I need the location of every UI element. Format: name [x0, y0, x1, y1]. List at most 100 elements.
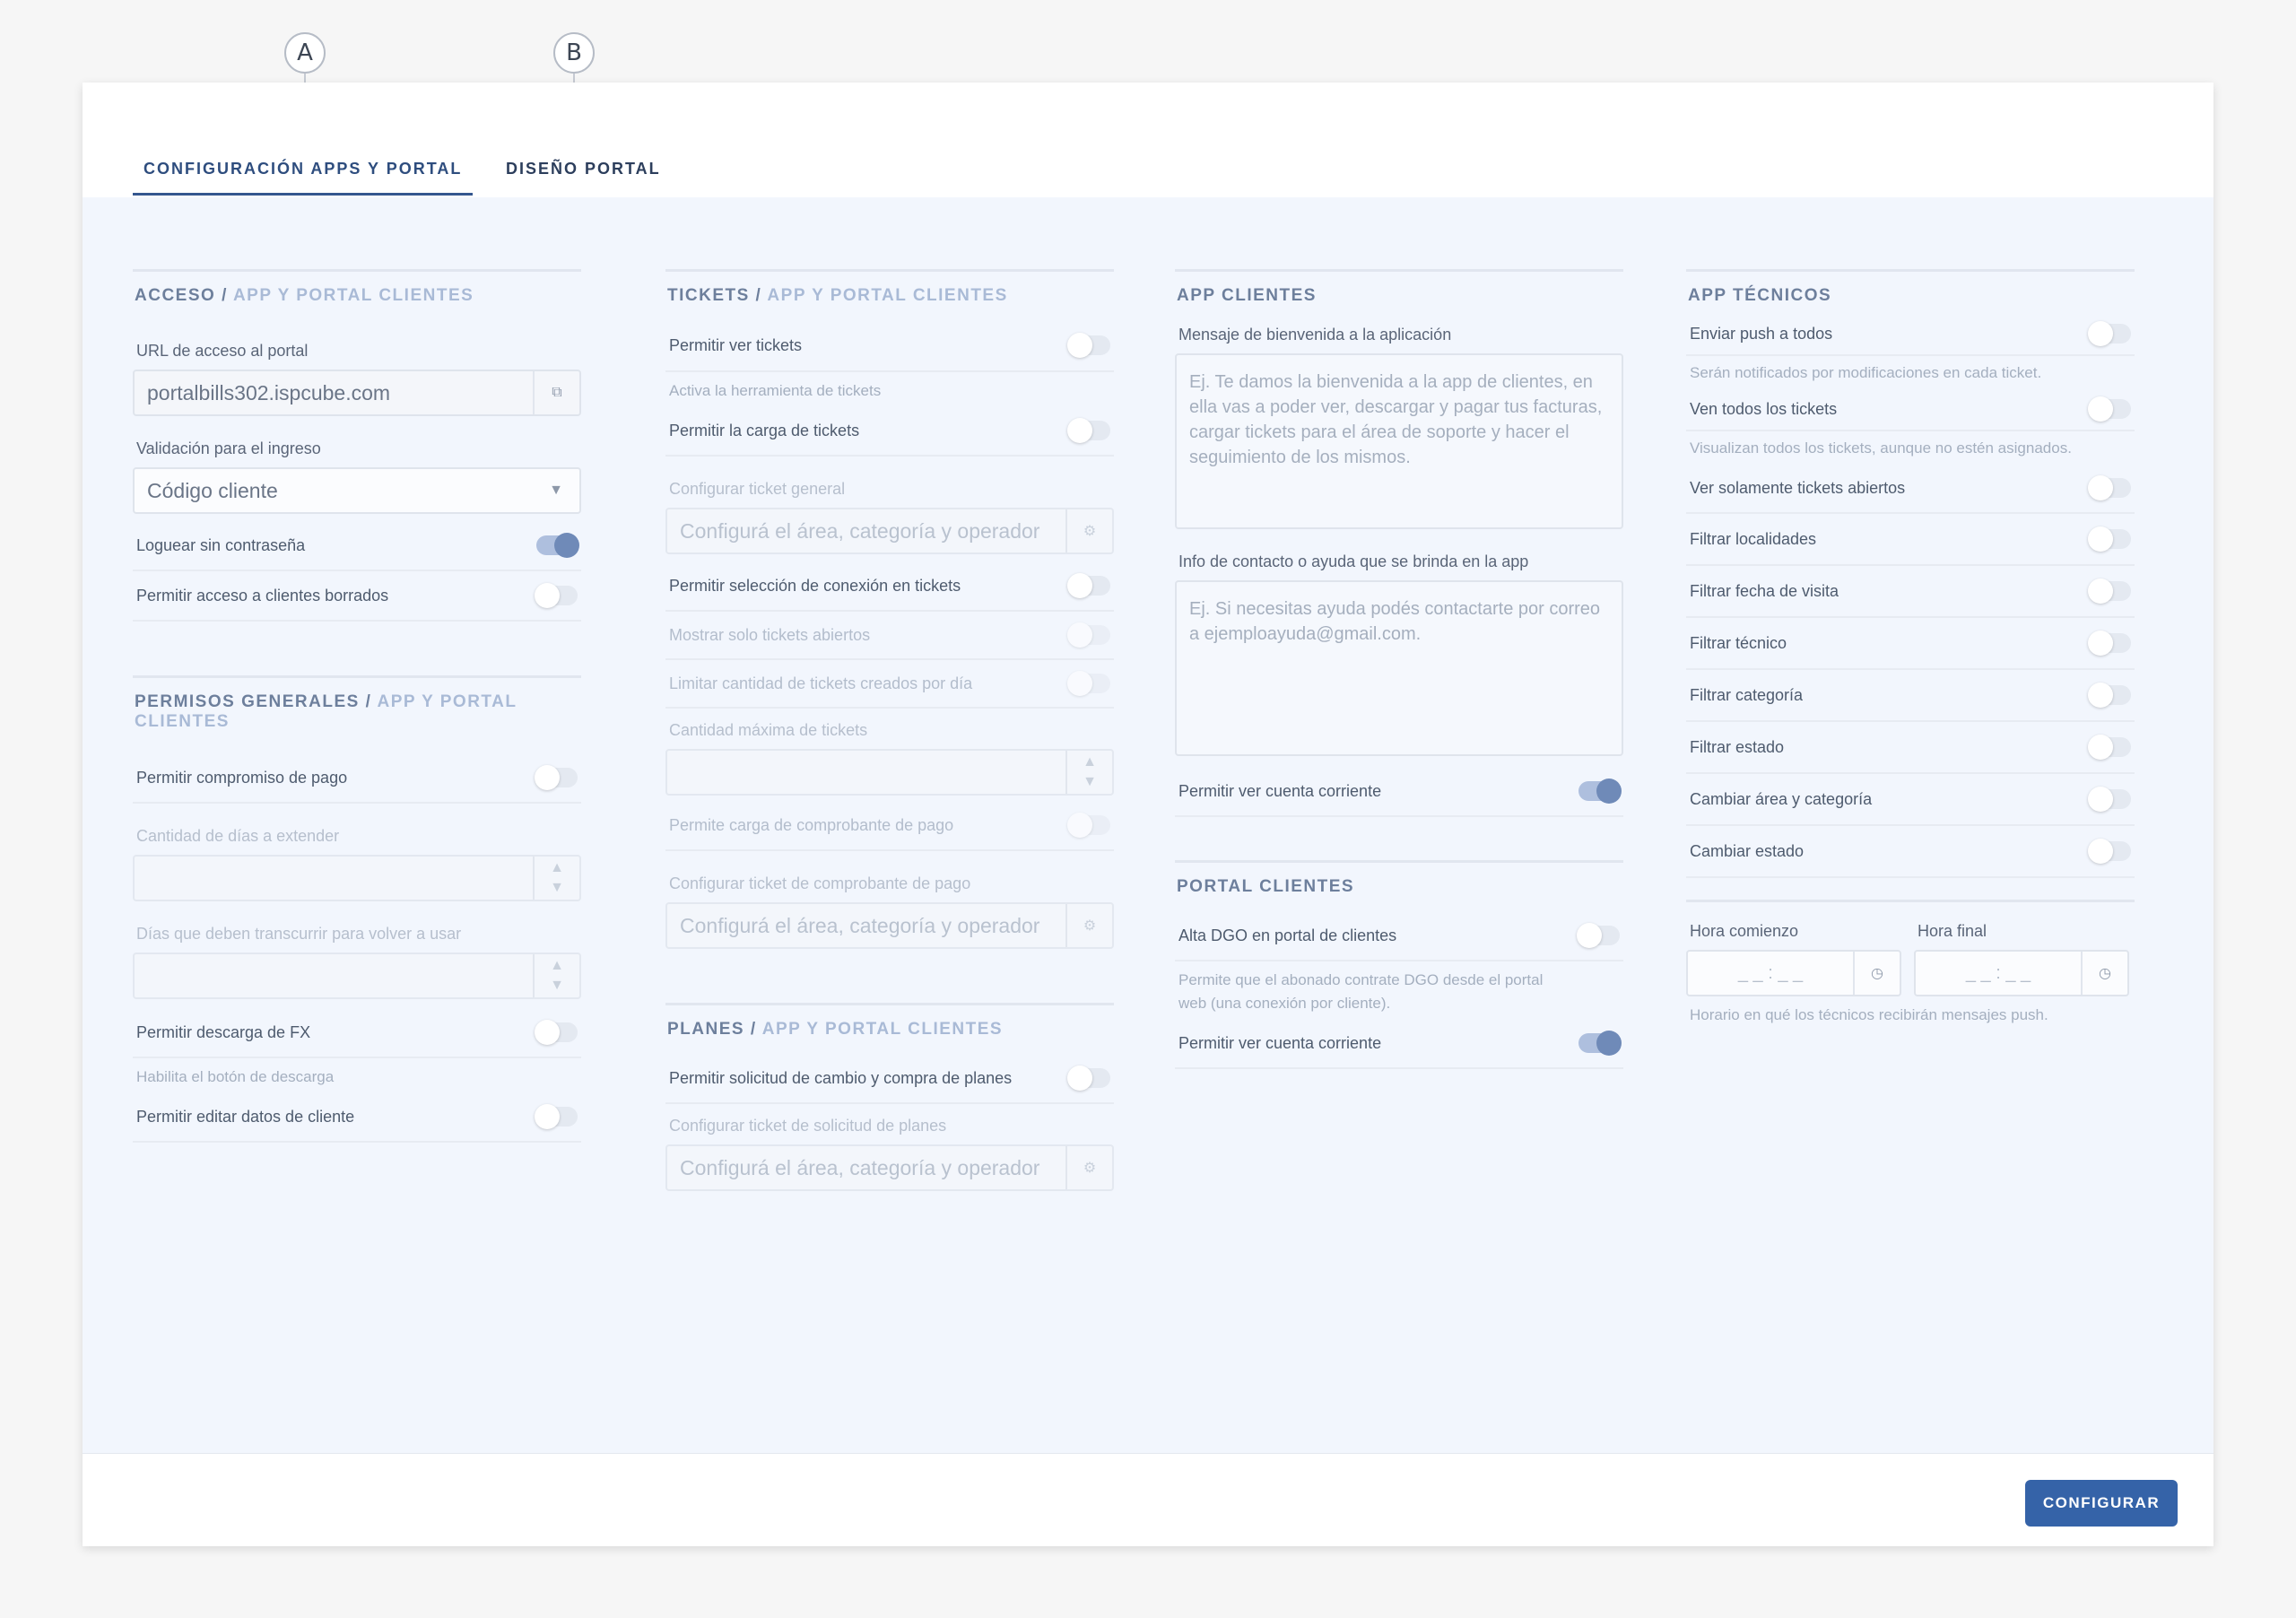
stepper-icon[interactable]: ▲ ▼: [1065, 751, 1112, 794]
row-descarga: Permitir descarga de FX: [133, 1008, 581, 1058]
chevron-down-icon: ▼: [549, 483, 563, 498]
solo-abiertos-toggle[interactable]: [1067, 622, 1110, 648]
row-limitar: Limitar cantidad de tickets creados por …: [665, 660, 1114, 709]
carga-tickets-label: Permitir la carga de tickets: [669, 421, 860, 439]
filter-label: Filtrar estado: [1690, 737, 1785, 756]
carga-tickets-toggle[interactable]: [1067, 418, 1110, 443]
filter-toggle[interactable]: [2088, 631, 2131, 656]
section-title-tickets: TICKETS / APP Y PORTAL CLIENTES: [667, 286, 1008, 305]
stepper-icon[interactable]: ▲ ▼: [533, 857, 579, 900]
configure-button[interactable]: CONFIGURAR: [2025, 1480, 2178, 1527]
config-comprobante-input[interactable]: Configurá el área, categoría y operador …: [665, 902, 1114, 949]
todos-tickets-label: Ven todos los tickets: [1690, 399, 1838, 418]
descarga-toggle[interactable]: [535, 1020, 578, 1045]
row-filter: Filtrar fecha de visita: [1686, 566, 2135, 618]
config-general-placeholder: Configurá el área, categoría y operador: [680, 518, 1040, 543]
contacto-textarea[interactable]: Ej. Si necesitas ayuda podés contactarte…: [1175, 580, 1623, 756]
bienvenida-label: Mensaje de bienvenida a la aplicación: [1178, 326, 1452, 344]
validation-select[interactable]: Código cliente ▼: [133, 467, 581, 514]
todos-tickets-toggle[interactable]: [2088, 396, 2131, 422]
section-title-sub: APP Y PORTAL CLIENTES: [761, 1020, 1004, 1039]
callout-b-label: B: [553, 32, 595, 74]
row-filter: Ver solamente tickets abiertos: [1686, 464, 2135, 514]
push-hint: Serán notificados por modificaciones en …: [1686, 354, 2135, 388]
section-title-acceso: ACCESO / APP Y PORTAL CLIENTES: [135, 286, 474, 305]
tab-configuracion[interactable]: CONFIGURACIÓN APPS Y PORTAL: [133, 154, 474, 196]
config-general-input[interactable]: Configurá el área, categoría y operador …: [665, 508, 1114, 554]
dgo-label: Alta DGO en portal de clientes: [1178, 926, 1397, 944]
horario-hint: Horario en qué los técnicos recibirán me…: [1690, 1006, 2048, 1023]
column-app-clientes: APP CLIENTES Mensaje de bienvenida a la …: [1175, 269, 1623, 1123]
dias-volver-label: Días que deben transcurrir para volver a…: [136, 925, 462, 943]
filter-toggle[interactable]: [2088, 735, 2131, 760]
gear-icon[interactable]: ⚙: [1065, 904, 1112, 947]
filter-toggle[interactable]: [2088, 787, 2131, 812]
hora-comienzo-label: Hora comienzo: [1690, 922, 1799, 940]
section-title-app-clientes: APP CLIENTES: [1177, 286, 1317, 305]
filter-toggle[interactable]: [2088, 683, 2131, 708]
hora-final-label: Hora final: [1918, 922, 1987, 940]
cuenta-corriente-app-toggle[interactable]: [1578, 779, 1622, 804]
solicitud-planes-toggle[interactable]: [1067, 1066, 1110, 1091]
row-filter: Cambiar estado: [1686, 826, 2135, 878]
compromiso-toggle[interactable]: [535, 765, 578, 790]
section-title-planes: PLANES / APP Y PORTAL CLIENTES: [667, 1020, 1004, 1039]
row-seleccion: Permitir selección de conexión en ticket…: [665, 561, 1114, 612]
seleccion-toggle[interactable]: [1067, 573, 1110, 598]
limitar-toggle[interactable]: [1067, 671, 1110, 696]
descarga-hint: Habilita el botón de descarga: [136, 1068, 335, 1085]
filter-toggle[interactable]: [2088, 578, 2131, 604]
section-title-main: TICKETS: [667, 286, 750, 305]
cantidad-max-label: Cantidad máxima de tickets: [669, 721, 868, 739]
copy-icon[interactable]: ⧉: [533, 371, 579, 414]
cantidad-max-input[interactable]: ▲ ▼: [665, 749, 1114, 796]
cuenta-corriente-app-label: Permitir ver cuenta corriente: [1178, 781, 1382, 800]
editar-toggle[interactable]: [535, 1104, 578, 1129]
ver-tickets-toggle[interactable]: [1067, 333, 1110, 358]
seleccion-label: Permitir selección de conexión en ticket…: [669, 576, 961, 595]
dias-extender-input[interactable]: ▲ ▼: [133, 855, 581, 901]
descarga-label: Permitir descarga de FX: [136, 1022, 311, 1041]
bienvenida-textarea[interactable]: Ej. Te damos la bienvenida a la app de c…: [1175, 353, 1623, 529]
url-label: URL de acceso al portal: [136, 342, 309, 360]
filter-label: Ver solamente tickets abiertos: [1690, 478, 1906, 497]
clock-icon[interactable]: ◷: [1853, 952, 1900, 995]
limitar-label: Limitar cantidad de tickets creados por …: [669, 674, 973, 692]
loguear-toggle[interactable]: [536, 533, 579, 558]
hora-final-placeholder: _ _ : _ _: [1965, 962, 2031, 983]
filter-toggle[interactable]: [2088, 526, 2131, 552]
hora-comienzo-group: Hora comienzo _ _ : _ _ ◷: [1686, 902, 1901, 996]
push-toggle[interactable]: [2088, 321, 2131, 346]
stepper-icon[interactable]: ▲ ▼: [533, 954, 579, 997]
hora-final-input[interactable]: _ _ : _ _ ◷: [1914, 950, 2129, 996]
comprobante-toggle[interactable]: [1067, 813, 1110, 838]
config-planes-input[interactable]: Configurá el área, categoría y operador …: [665, 1144, 1114, 1191]
hora-comienzo-input[interactable]: _ _ : _ _ ◷: [1686, 950, 1901, 996]
settings-content: ACCESO / APP Y PORTAL CLIENTES URL de ac…: [83, 197, 2213, 1532]
gear-icon[interactable]: ⚙: [1065, 1146, 1112, 1189]
row-solo-abiertos: Mostrar solo tickets abiertos: [665, 612, 1114, 660]
section-title-permisos: PERMISOS GENERALES / APP Y PORTAL CLIENT…: [135, 692, 517, 731]
dias-extender-label: Cantidad de días a extender: [136, 827, 340, 845]
row-borrados: Permitir acceso a clientes borrados: [133, 571, 581, 622]
filter-toggle[interactable]: [2088, 475, 2131, 500]
row-cuenta-corriente-app: Permitir ver cuenta corriente: [1175, 767, 1623, 817]
filter-label: Cambiar estado: [1690, 841, 1805, 860]
row-filter: Filtrar técnico: [1686, 618, 2135, 670]
clock-icon[interactable]: ◷: [2081, 952, 2127, 995]
config-comprobante-label: Configurar ticket de comprobante de pago: [669, 874, 971, 892]
ver-tickets-label: Permitir ver tickets: [669, 335, 803, 354]
borrados-toggle[interactable]: [535, 583, 578, 608]
cuenta-corriente-portal-toggle[interactable]: [1578, 1031, 1622, 1056]
row-loguear: Loguear sin contraseña: [133, 521, 581, 571]
section-title-sub: APP Y PORTAL CLIENTES: [232, 286, 474, 305]
filter-toggle[interactable]: [2088, 839, 2131, 864]
column-acceso: ACCESO / APP Y PORTAL CLIENTES URL de ac…: [133, 269, 581, 1196]
url-input[interactable]: portalbills302.ispcube.com ⧉: [133, 370, 581, 416]
filter-label: Filtrar fecha de visita: [1690, 581, 1839, 600]
gear-icon[interactable]: ⚙: [1065, 509, 1112, 552]
dias-volver-input[interactable]: ▲ ▼: [133, 953, 581, 999]
tab-diseno-portal[interactable]: DISEÑO PORTAL: [495, 154, 672, 196]
callout-a-label: A: [284, 32, 326, 74]
dgo-toggle[interactable]: [1577, 923, 1620, 948]
